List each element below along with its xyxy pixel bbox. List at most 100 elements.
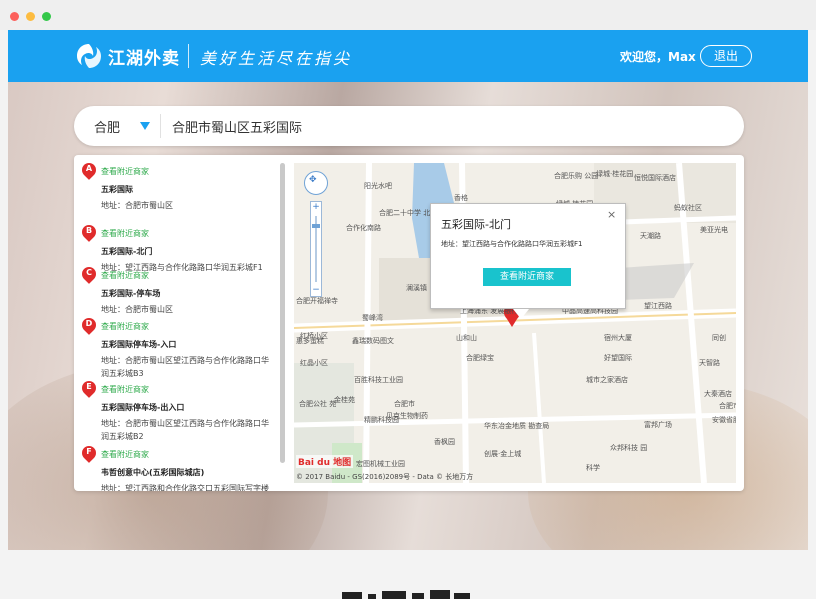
map-label: 澜溪镇 — [406, 284, 427, 292]
map-label: 香枫园 — [434, 438, 455, 446]
map-copyright: © 2017 Baidu - GS(2016)2089号 - Data © 长地… — [296, 473, 474, 481]
pin-letter: A — [85, 164, 93, 173]
map-label: 绿城·桂花园 — [596, 170, 634, 178]
minimize-window-button[interactable] — [26, 12, 35, 21]
map-label: 精鹏科技园 — [364, 416, 399, 424]
results-panel: A 查看附近商家 五彩国际 地址：合肥市蜀山区 B 查看附近商家 五彩国际-北门 地址：望江西… — [74, 155, 744, 491]
map-pin-icon: F — [79, 443, 99, 464]
map-label: 合肥乐购 公园 — [554, 172, 599, 180]
map-label: 合肥公社 苑 — [299, 400, 337, 408]
result-name[interactable]: 五彩国际停车场-出入口 — [101, 402, 184, 413]
scrollbar-thumb[interactable] — [280, 163, 285, 463]
view-nearby-link[interactable]: 查看附近商家 — [101, 166, 149, 177]
browser-window: 江湖外卖 美好生活尽在指尖 欢迎您，Max 退出 合肥 A查看附近商家五彩国际地… — [0, 0, 816, 599]
pin-letter: E — [86, 382, 92, 391]
welcome-text: 欢迎您，Max — [620, 50, 696, 64]
map-label: 富邦广场 — [644, 421, 672, 429]
map-label: 金桂苑 — [334, 396, 355, 404]
window-titlebar — [0, 0, 816, 30]
pin-letter: F — [86, 447, 92, 456]
pan-control[interactable]: ✥ — [304, 171, 328, 195]
view-nearby-link[interactable]: 查看附近商家 — [101, 321, 149, 332]
slogan: 美好生活尽在指尖 — [200, 49, 353, 68]
map-label: 惠多蛋糕 — [296, 337, 324, 345]
map-label: 合肥开福禅寺 — [296, 297, 338, 305]
map-label: 山和山 — [456, 334, 477, 342]
map-label: 合肥绿宝 — [466, 354, 494, 362]
map-label: 好望国际 — [604, 354, 632, 362]
chevron-down-icon[interactable] — [140, 122, 150, 130]
map-label: 合作化南路 — [346, 224, 381, 232]
brand-name[interactable]: 江湖外卖 — [108, 44, 180, 69]
address-search-bar: 合肥 — [74, 106, 744, 146]
address-input[interactable] — [172, 116, 712, 136]
zoom-out-icon[interactable]: − — [310, 284, 322, 296]
map-label: 望江西路 — [644, 302, 672, 310]
map-label: 天智路 — [699, 359, 720, 367]
zoom-handle[interactable] — [312, 224, 320, 228]
view-nearby-link[interactable]: 查看附近商家 — [101, 449, 149, 460]
qr-code-icon — [342, 590, 470, 599]
map-label: 安徽省肥 — [712, 416, 736, 424]
result-address: 地址：合肥市蜀山区 — [101, 201, 173, 210]
close-window-button[interactable] — [10, 12, 19, 21]
map-pin-icon: C — [79, 264, 99, 285]
pan-arrows-icon: ✥ — [309, 175, 317, 185]
result-name[interactable]: 韦哲创意中心(五彩国际城店) — [101, 467, 204, 478]
map-pin-icon: E — [79, 378, 99, 399]
close-icon[interactable]: × — [607, 208, 616, 221]
map-info-popup: 五彩国际-北门 × 地址：望江西路与合作化路路口华润五彩城F1 查看附近商家 — [430, 203, 626, 319]
map-label: 宏图机械工业园 — [356, 460, 405, 468]
result-address: 地址：合肥市蜀山区望江西路与合作化路路口华润五彩城B3 — [101, 356, 269, 378]
map-label: 宿州大厦 — [604, 334, 632, 342]
map-label: 恒悦国际酒店 — [634, 174, 676, 182]
map-label: 蜀峰湾 — [362, 314, 383, 322]
result-name[interactable]: 五彩国际-北门 — [101, 246, 152, 257]
pin-letter: C — [86, 268, 92, 277]
city-select[interactable]: 合肥 — [94, 117, 120, 136]
view-nearby-link[interactable]: 查看附近商家 — [101, 228, 149, 239]
popup-title: 五彩国际-北门 — [441, 218, 511, 231]
popup-pointer — [513, 309, 529, 319]
map-pin-icon: A — [79, 160, 99, 181]
map-pin-icon: D — [79, 315, 99, 336]
view-nearby-link[interactable]: 查看附近商家 — [101, 270, 149, 281]
map-pin-icon: B — [79, 222, 99, 243]
logout-button[interactable]: 退出 — [700, 45, 752, 67]
search-divider — [160, 114, 161, 138]
result-address: 地址：合肥市蜀山区望江西路与合作化路路口华润五彩城B2 — [101, 419, 269, 441]
map-label: 百胜科技工业园 — [354, 376, 403, 384]
map-label: 鑫瑞数码图文 — [352, 337, 394, 345]
result-name[interactable]: 五彩国际停车场-入口 — [101, 339, 176, 350]
baidu-map-logo[interactable]: Bai du 地图 — [296, 455, 354, 468]
zoom-in-icon[interactable]: + — [310, 201, 322, 213]
popup-address: 地址：望江西路与合作化路路口华润五彩城F1 — [441, 240, 583, 248]
map-label: 华东冶金地质 勘查局 — [484, 422, 550, 430]
result-name[interactable]: 五彩国际 — [101, 184, 133, 195]
view-nearby-button[interactable]: 查看附近商家 — [483, 268, 571, 286]
result-address: 地址：望江西路和合作化路交口五彩国际写字楼 — [101, 484, 269, 491]
map-label: 美亚光电 — [700, 226, 728, 234]
result-name[interactable]: 五彩国际-停车场 — [101, 288, 160, 299]
map-label: 蚂蚁社区 — [674, 204, 702, 212]
map-label: 合肥市二十 — [719, 402, 736, 410]
map-label: 红晶小区 — [300, 359, 328, 367]
map-label: 大秦酒店 — [704, 390, 732, 398]
map-label: 合肥市 — [394, 400, 415, 408]
map-label: 创展·金上城 — [484, 450, 522, 458]
site-header: 江湖外卖 美好生活尽在指尖 欢迎您，Max 退出 — [8, 30, 808, 82]
view-nearby-link[interactable]: 查看附近商家 — [101, 384, 149, 395]
maximize-window-button[interactable] — [42, 12, 51, 21]
map-label: 香格 — [454, 194, 468, 202]
pin-letter: D — [85, 319, 93, 328]
result-address: 地址：合肥市蜀山区 — [101, 305, 173, 314]
map-label: 众邦科技 园 — [610, 444, 648, 452]
pin-letter: B — [85, 226, 93, 235]
header-divider — [188, 44, 189, 68]
map-label: 科学 — [586, 464, 600, 472]
map-label: 城市之家酒店 — [586, 376, 628, 384]
results-list: A 查看附近商家 五彩国际地址：合肥市蜀山区 B 查看附近商家 五彩国际-北门地址：望江西… — [74, 155, 286, 491]
map-view[interactable]: 阳光水吧 香格 合肥二十中学 北校区 合作化南路 澜溪镇 合肥开福禅寺 蜀峰湾 上海浦东 发展… — [294, 163, 736, 483]
zoom-slider[interactable]: + − — [310, 201, 322, 297]
logo-icon — [77, 44, 101, 68]
